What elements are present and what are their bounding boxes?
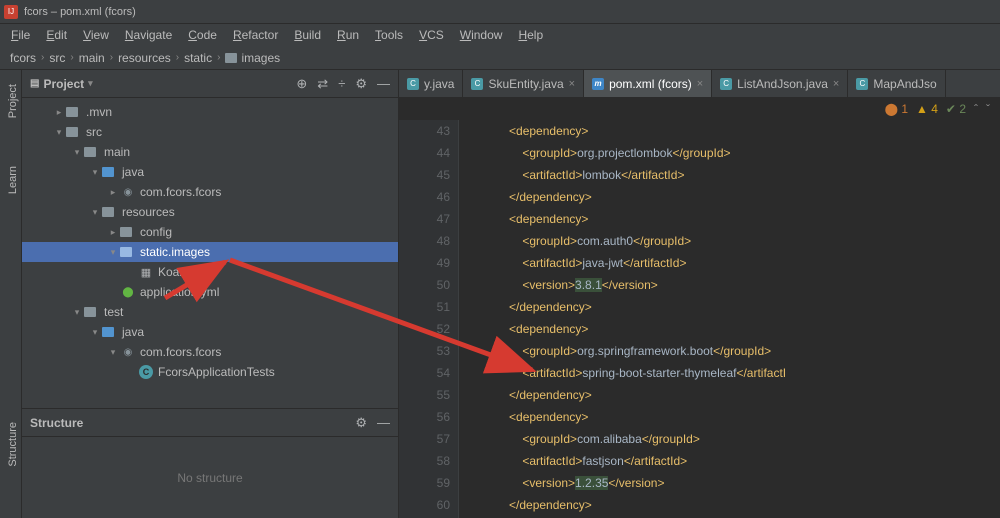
close-icon[interactable]: × [833, 78, 839, 90]
structure-empty-label: No structure [22, 437, 398, 518]
menu-tools[interactable]: Tools [368, 26, 410, 44]
tool-window-tabs: Project Learn Structure [0, 70, 22, 518]
menu-navigate[interactable]: Navigate [118, 26, 179, 44]
weak-warning-indicator[interactable]: ✔ 2 [946, 102, 966, 116]
menu-run[interactable]: Run [330, 26, 366, 44]
editor-tab[interactable]: CSkuEntity.java× [463, 70, 584, 98]
side-tab-project[interactable]: Project [0, 80, 21, 122]
tree-node[interactable]: ▾java [22, 322, 398, 342]
gutter[interactable]: ↻4344454647484950515253↻5455565758596061 [399, 120, 459, 518]
window-title: fcors – pom.xml (fcors) [24, 6, 136, 18]
breadcrumb-item[interactable]: main [79, 51, 105, 65]
breadcrumb-item[interactable]: src [49, 51, 65, 65]
tree-node[interactable]: CFcorsApplicationTests [22, 362, 398, 382]
tree-node[interactable]: ▾main [22, 142, 398, 162]
editor-tabs: Cy.javaCSkuEntity.java×mpom.xml (fcors)×… [399, 70, 1000, 98]
chevron-down-icon[interactable]: ˇ [986, 102, 990, 116]
menu-edit[interactable]: Edit [39, 26, 74, 44]
tree-node[interactable]: ▾java [22, 162, 398, 182]
code-editor[interactable]: ↻4344454647484950515253↻5455565758596061… [399, 120, 1000, 518]
tree-node[interactable]: ▸.mvn [22, 102, 398, 122]
app-icon: IJ [4, 5, 18, 19]
close-icon[interactable]: × [569, 78, 575, 90]
warning-indicator[interactable]: ▲ 4 [916, 102, 938, 116]
menu-build[interactable]: Build [287, 26, 328, 44]
menu-refactor[interactable]: Refactor [226, 26, 285, 44]
menu-window[interactable]: Window [453, 26, 510, 44]
project-tree[interactable]: ▸.mvn▾src▾main▾java▸◉com.fcors.fcors▾res… [22, 98, 398, 408]
project-panel: ▤Project▾ ⊕ ⇄ ÷ ⚙ — ▸.mvn▾src▾main▾java▸… [22, 70, 399, 518]
menubar: FileEditViewNavigateCodeRefactorBuildRun… [0, 24, 1000, 46]
tree-node[interactable]: ▸config [22, 222, 398, 242]
error-indicator[interactable]: ⬤ 1 [885, 102, 908, 116]
close-icon[interactable]: × [697, 78, 703, 90]
hide-icon[interactable]: — [377, 415, 390, 431]
structure-title[interactable]: Structure [30, 416, 83, 430]
tree-node[interactable]: ⬤application.yml [22, 282, 398, 302]
side-tab-structure[interactable]: Structure [0, 418, 21, 471]
menu-vcs[interactable]: VCS [412, 26, 451, 44]
breadcrumb-item[interactable]: images [225, 51, 280, 65]
scroll-to-icon[interactable]: ⊕ [296, 76, 307, 92]
tree-node[interactable]: ▾resources [22, 202, 398, 222]
side-tab-learn[interactable]: Learn [0, 162, 21, 198]
code-content[interactable]: <dependency> <groupId>org.projectlombok<… [459, 120, 1000, 518]
editor-tab[interactable]: mpom.xml (fcors)× [584, 70, 712, 98]
gear-icon[interactable]: ⚙ [355, 415, 367, 431]
structure-panel: Structure ⚙ — No structure [22, 408, 398, 518]
project-panel-title[interactable]: ▤Project▾ [30, 77, 93, 91]
collapse-icon[interactable]: ÷ [338, 76, 345, 92]
project-panel-header: ▤Project▾ ⊕ ⇄ ÷ ⚙ — [22, 70, 398, 98]
hide-icon[interactable]: — [377, 76, 390, 92]
menu-code[interactable]: Code [181, 26, 224, 44]
breadcrumb-item[interactable]: static [184, 51, 212, 65]
breadcrumb-item[interactable]: fcors [10, 51, 36, 65]
tree-node[interactable]: ▸◉com.fcors.fcors [22, 182, 398, 202]
editor-tab[interactable]: Cy.java [399, 70, 463, 98]
breadcrumb: fcors›src›main›resources›static›images [0, 46, 1000, 70]
editor-status-bar: ⬤ 1 ▲ 4 ✔ 2 ˆ ˇ [399, 98, 1000, 120]
tree-node[interactable]: ▾◉com.fcors.fcors [22, 342, 398, 362]
menu-file[interactable]: File [4, 26, 37, 44]
tree-node[interactable]: ▾static.images [22, 242, 398, 262]
editor-tab[interactable]: CListAndJson.java× [712, 70, 848, 98]
editor-area: Cy.javaCSkuEntity.java×mpom.xml (fcors)×… [399, 70, 1000, 518]
tree-node[interactable]: ▾src [22, 122, 398, 142]
tree-node[interactable]: ▦Koala.jpg [22, 262, 398, 282]
titlebar: IJ fcors – pom.xml (fcors) [0, 0, 1000, 24]
breadcrumb-item[interactable]: resources [118, 51, 171, 65]
chevron-up-icon[interactable]: ˆ [974, 102, 978, 116]
gear-icon[interactable]: ⚙ [355, 76, 367, 92]
expand-all-icon[interactable]: ⇄ [317, 76, 328, 92]
menu-help[interactable]: Help [511, 26, 550, 44]
menu-view[interactable]: View [76, 26, 116, 44]
editor-tab[interactable]: CMapAndJso [848, 70, 945, 98]
tree-node[interactable]: ▾test [22, 302, 398, 322]
